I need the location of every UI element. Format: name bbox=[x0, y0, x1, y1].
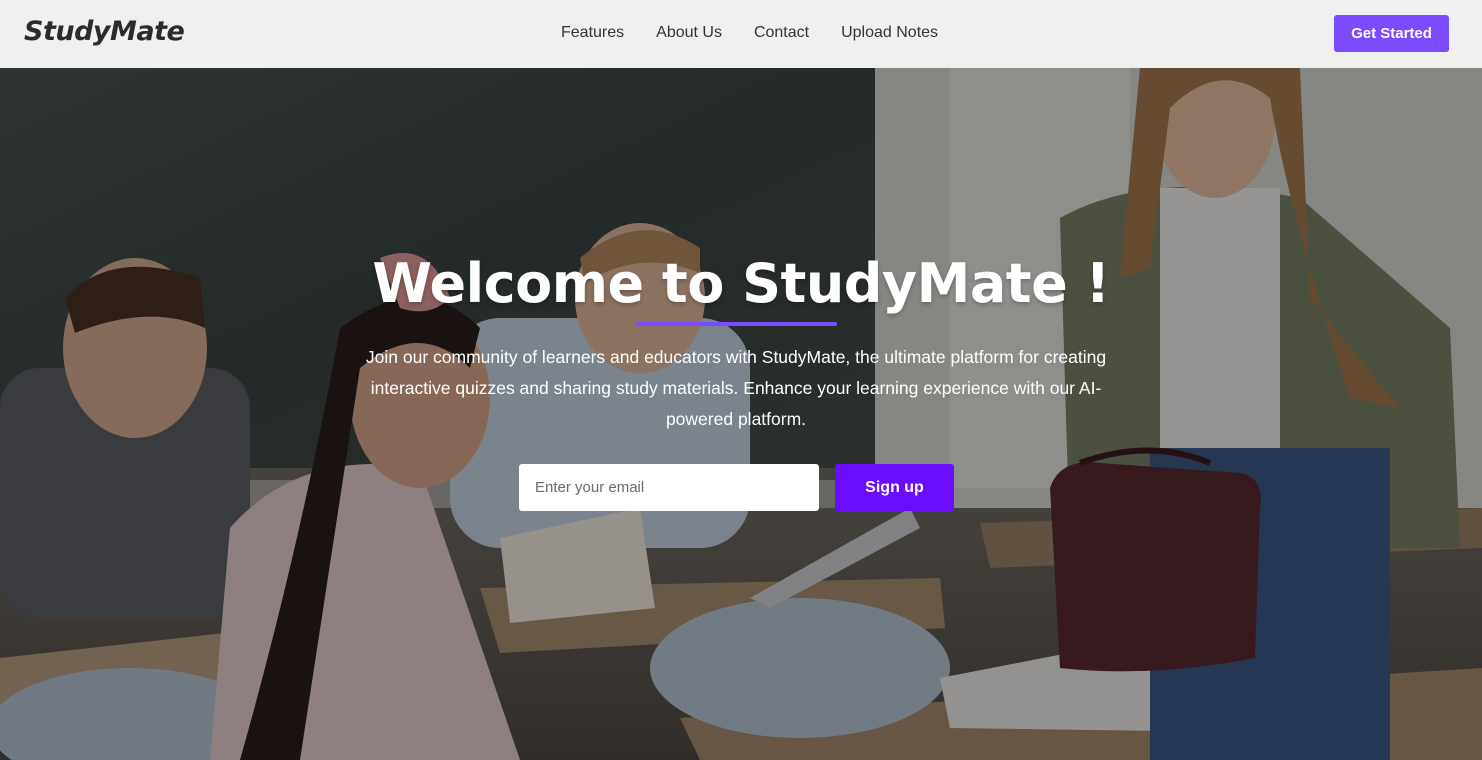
email-input[interactable] bbox=[519, 464, 819, 511]
signup-button[interactable]: Sign up bbox=[835, 464, 954, 511]
hero-section: Welcome to StudyMate ! Join our communit… bbox=[0, 68, 1482, 760]
get-started-button[interactable]: Get Started bbox=[1334, 15, 1449, 52]
nav-link-about-us[interactable]: About Us bbox=[656, 24, 722, 42]
nav-links: Features About Us Contact Upload Notes bbox=[545, 24, 954, 42]
hero-title: Welcome to StudyMate ! bbox=[372, 252, 1110, 315]
title-underline bbox=[636, 322, 837, 326]
nav-link-features[interactable]: Features bbox=[561, 24, 624, 42]
top-navbar: StudyMate Features About Us Contact Uplo… bbox=[0, 0, 1482, 68]
signup-form: Sign up bbox=[519, 464, 954, 511]
nav-link-upload-notes[interactable]: Upload Notes bbox=[841, 24, 938, 42]
hero-description: Join our community of learners and educa… bbox=[365, 347, 1107, 429]
nav-link-contact[interactable]: Contact bbox=[754, 24, 809, 42]
brand-logo[interactable]: StudyMate bbox=[24, 16, 185, 47]
